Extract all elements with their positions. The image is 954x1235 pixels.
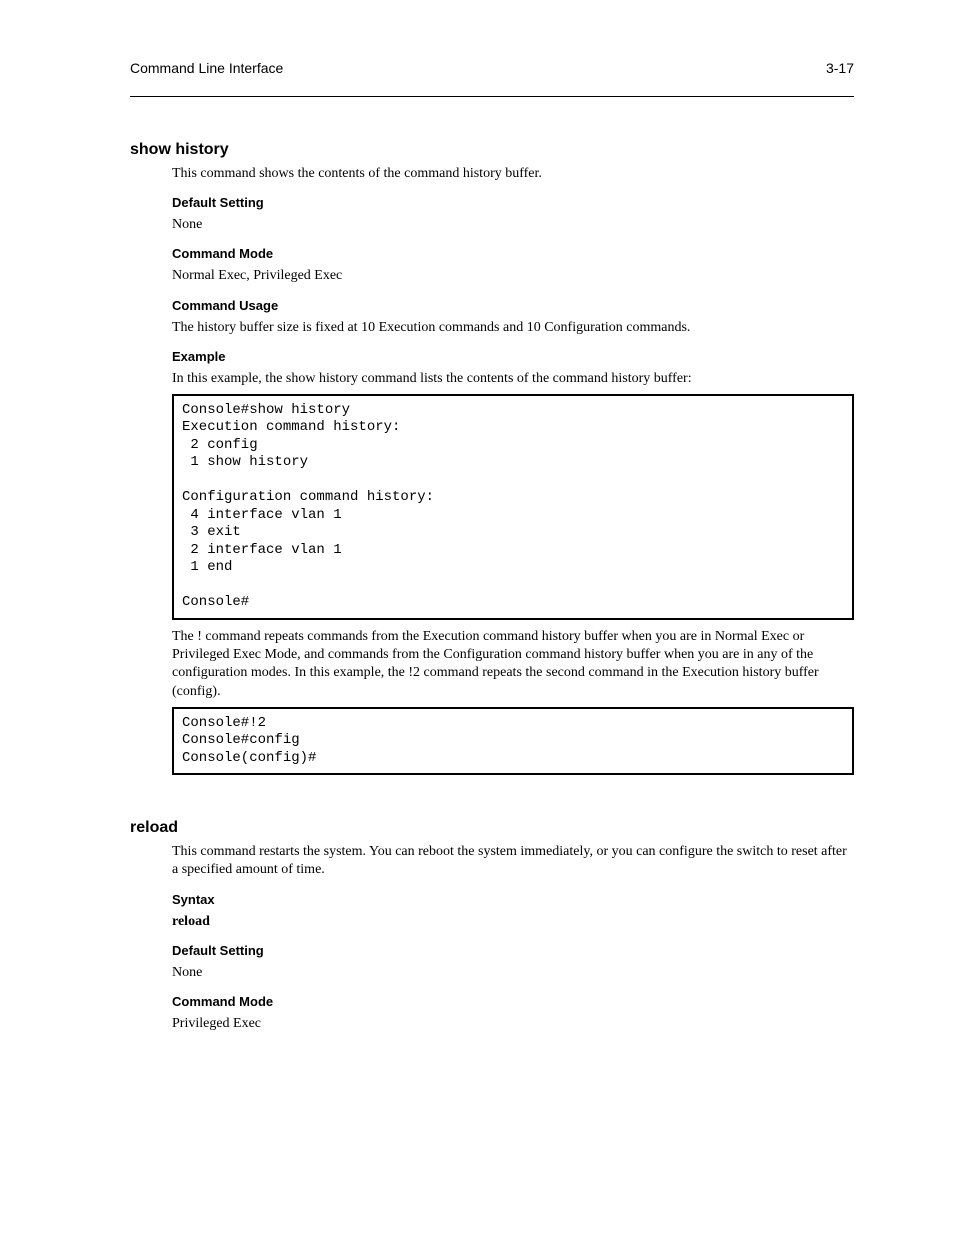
desc-reload: This command restarts the system. You ca… <box>172 843 854 879</box>
header-right: 3-17 <box>826 60 854 76</box>
mode-text: Normal Exec, Privileged Exec <box>172 267 854 285</box>
section-title-reload: reload <box>130 819 854 837</box>
example-intro: In this example, the show history comman… <box>172 370 854 388</box>
subhead-usage: Command Usage <box>172 298 854 313</box>
header-left: Command Line Interface <box>130 60 283 76</box>
subhead-mode: Command Mode <box>172 246 854 261</box>
subhead-syntax: Syntax <box>172 892 854 907</box>
syntax-text: reload <box>172 913 854 931</box>
subhead-default-2: Default Setting <box>172 943 854 958</box>
page: Command Line Interface 3-17 show history… <box>0 0 954 1235</box>
subhead-mode-2: Command Mode <box>172 994 854 1009</box>
header-rule <box>130 96 854 97</box>
subhead-example: Example <box>172 349 854 364</box>
repeat-para: The ! command repeats commands from the … <box>172 628 854 701</box>
subhead-default: Default Setting <box>172 195 854 210</box>
terminal-show-history: Console#show history Execution command h… <box>172 394 854 620</box>
usage-text: The history buffer size is fixed at 10 E… <box>172 319 854 337</box>
mode-text-2: Privileged Exec <box>172 1015 854 1033</box>
desc-show-history: This command shows the contents of the c… <box>172 165 854 183</box>
section-title-show-history: show history <box>130 141 854 159</box>
page-header: Command Line Interface 3-17 <box>130 60 854 76</box>
default-text: None <box>172 216 854 234</box>
default-text-2: None <box>172 964 854 982</box>
terminal-repeat: Console#!2 Console#config Console(config… <box>172 707 854 776</box>
